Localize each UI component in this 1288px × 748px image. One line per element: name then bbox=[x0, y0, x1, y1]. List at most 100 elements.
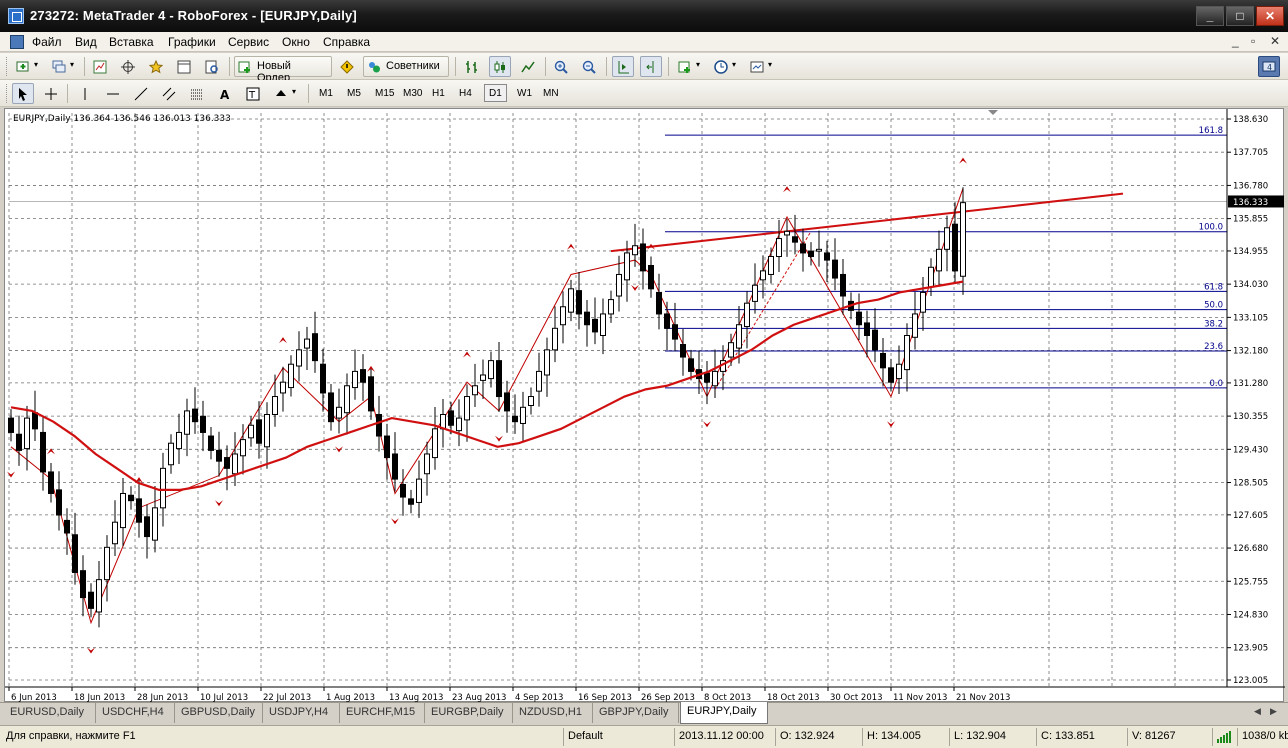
mdi-minimize-icon[interactable]: _ bbox=[1232, 34, 1239, 48]
zoom-out-button[interactable] bbox=[578, 56, 600, 77]
line-chart-button[interactable] bbox=[517, 56, 539, 77]
price-tick-label: 132.180 bbox=[1233, 347, 1268, 357]
candle-bear bbox=[808, 250, 814, 258]
horizontal-line-button[interactable] bbox=[102, 83, 124, 104]
candle-bear bbox=[824, 252, 830, 261]
candle-bull bbox=[776, 238, 782, 258]
timeframe-mn[interactable]: MN bbox=[538, 84, 564, 102]
candle-bull bbox=[344, 385, 350, 414]
timeframe-h1[interactable]: H1 bbox=[427, 84, 450, 102]
tab-eurchf-m15[interactable]: EURCHF,M15 bbox=[340, 703, 425, 723]
templates-button[interactable]: ▾ bbox=[746, 56, 778, 77]
timeframe-d1[interactable]: D1 bbox=[484, 84, 507, 102]
candle-bear bbox=[312, 333, 318, 362]
tab-eurgbp-daily[interactable]: EURGBP,Daily bbox=[425, 703, 513, 723]
maximize-button[interactable]: □ bbox=[1226, 6, 1254, 26]
periods-button[interactable]: ▾ bbox=[710, 56, 742, 77]
candle-bull bbox=[752, 284, 758, 302]
channel-button[interactable] bbox=[158, 83, 180, 104]
data-window-button[interactable] bbox=[117, 56, 139, 77]
fractal-up-arrow-icon bbox=[567, 243, 575, 250]
cursor-button[interactable] bbox=[12, 83, 34, 104]
zoom-in-button[interactable] bbox=[550, 56, 572, 77]
candlesticks bbox=[8, 187, 966, 628]
chart-shift-marker-icon[interactable] bbox=[988, 110, 998, 115]
status-low: L: 132.904 bbox=[949, 728, 1035, 746]
mail-notifications-button[interactable]: 4 bbox=[1258, 56, 1280, 77]
tab-nzdusd-h1[interactable]: NZDUSD,H1 bbox=[513, 703, 593, 723]
timeframe-m1[interactable]: M1 bbox=[314, 84, 338, 102]
menu-charts[interactable]: Графики bbox=[168, 35, 216, 49]
bar-chart-button[interactable] bbox=[461, 56, 483, 77]
mdi-close-icon[interactable]: ✕ bbox=[1270, 34, 1280, 48]
price-chart[interactable]: 161.8 100.0 61.8 50.0 38.2 23.6 0.0 138.630 137… bbox=[5, 109, 1285, 703]
timeframe-h4[interactable]: H4 bbox=[454, 84, 477, 102]
candle-bear bbox=[72, 534, 78, 573]
crosshair-button[interactable] bbox=[40, 83, 62, 104]
trendline-button[interactable] bbox=[130, 83, 152, 104]
terminal-button[interactable] bbox=[173, 56, 195, 77]
status-open: O: 132.924 bbox=[775, 728, 861, 746]
candle-bear bbox=[952, 223, 958, 272]
metaeditor-button[interactable] bbox=[336, 56, 358, 77]
timeframe-m15[interactable]: M15 bbox=[370, 84, 399, 102]
tab-gbpjpy-daily[interactable]: GBPJPY,Daily bbox=[593, 703, 679, 723]
fibonacci-button[interactable] bbox=[186, 83, 208, 104]
fractal-down-arrow-icon bbox=[631, 284, 639, 291]
candle-bull bbox=[728, 342, 734, 358]
price-tick-label: 126.680 bbox=[1233, 544, 1268, 554]
candle-bear bbox=[648, 264, 654, 290]
timeframe-m5[interactable]: M5 bbox=[342, 84, 366, 102]
candle-bull bbox=[104, 546, 110, 581]
status-profile[interactable]: Default bbox=[563, 728, 673, 746]
vertical-line-button[interactable] bbox=[74, 83, 96, 104]
indicators-button[interactable]: ▾ bbox=[674, 56, 706, 77]
tab-eurusd-daily[interactable]: EURUSD,Daily bbox=[4, 703, 96, 723]
new-order-button[interactable]: Новый Ордер bbox=[234, 56, 332, 84]
new-chart-button[interactable]: ▾ bbox=[12, 56, 44, 77]
tab-scroll-right-icon[interactable]: ▶ bbox=[1270, 706, 1277, 717]
candle-bull bbox=[712, 370, 718, 387]
candlestick-chart-button[interactable] bbox=[489, 56, 511, 77]
menu-file[interactable]: Файл bbox=[32, 35, 62, 49]
candle-bull bbox=[184, 410, 190, 435]
price-tick-label: 134.955 bbox=[1233, 247, 1268, 257]
menu-window[interactable]: Окно bbox=[282, 35, 310, 49]
candle-bear bbox=[496, 360, 502, 398]
app-icon bbox=[8, 8, 24, 24]
arrows-button[interactable]: ▾ bbox=[270, 83, 302, 104]
timeframe-m30[interactable]: M30 bbox=[398, 84, 427, 102]
market-watch-button[interactable] bbox=[89, 56, 111, 77]
timeframe-w1[interactable]: W1 bbox=[512, 84, 537, 102]
autoscroll-button[interactable] bbox=[612, 56, 634, 77]
chart-shift-button[interactable] bbox=[640, 56, 662, 77]
candle-bull bbox=[352, 370, 358, 389]
minimize-button[interactable]: _ bbox=[1196, 6, 1224, 26]
current-price-label: 136.333 bbox=[1233, 198, 1268, 208]
menu-view[interactable]: Вид bbox=[75, 35, 97, 49]
tab-gbpusd-daily[interactable]: GBPUSD,Daily bbox=[175, 703, 263, 723]
tester-button[interactable] bbox=[201, 56, 223, 77]
connection-status-icon[interactable] bbox=[1212, 728, 1236, 746]
candle-bear bbox=[576, 290, 582, 315]
profiles-button[interactable]: ▾ bbox=[48, 56, 80, 77]
text-label-button[interactable]: T bbox=[242, 83, 264, 104]
candle-bear bbox=[48, 471, 54, 494]
menu-insert[interactable]: Вставка bbox=[109, 35, 154, 49]
mdi-restore-icon[interactable]: ▫ bbox=[1251, 34, 1255, 48]
chart-window[interactable]: 161.8 100.0 61.8 50.0 38.2 23.6 0.0 138.630 137… bbox=[4, 108, 1285, 703]
navigator-button[interactable] bbox=[145, 56, 167, 77]
close-button[interactable]: ✕ bbox=[1256, 6, 1284, 26]
equidistant-channel-icon bbox=[162, 87, 176, 101]
tab-scroll-left-icon[interactable]: ◀ bbox=[1254, 706, 1261, 717]
fibonacci-retracement[interactable]: 161.8 100.0 61.8 50.0 38.2 23.6 0.0 bbox=[665, 126, 1227, 389]
candle-bull bbox=[176, 431, 182, 450]
tab-usdchf-h4[interactable]: USDCHF,H4 bbox=[96, 703, 175, 723]
expert-advisors-button[interactable]: Советники bbox=[363, 56, 449, 77]
menu-help[interactable]: Справка bbox=[323, 35, 370, 49]
menu-tools[interactable]: Сервис bbox=[228, 35, 269, 49]
text-button[interactable]: A bbox=[214, 83, 236, 104]
tab-eurjpy-daily[interactable]: EURJPY,Daily bbox=[680, 702, 768, 724]
tab-usdjpy-h4[interactable]: USDJPY,H4 bbox=[263, 703, 340, 723]
price-tick-label: 127.605 bbox=[1233, 511, 1268, 521]
